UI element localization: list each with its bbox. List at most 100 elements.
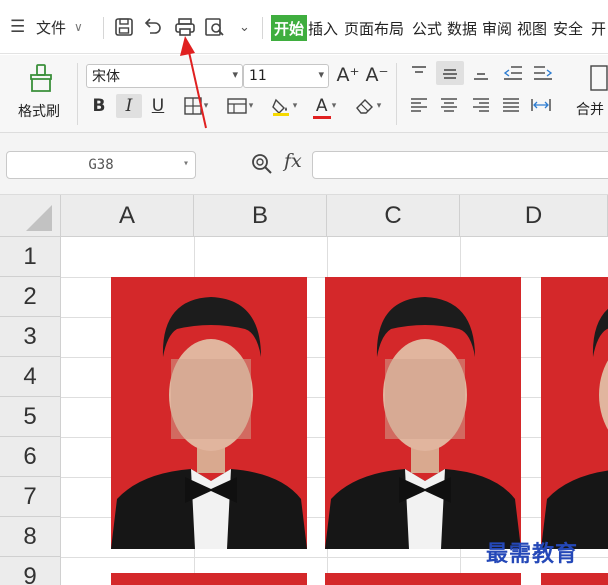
align-left-icon: [411, 98, 427, 112]
paint-bucket-icon: [271, 98, 289, 116]
row-header-1[interactable]: 1: [0, 237, 61, 277]
id-photo[interactable]: [111, 573, 307, 585]
tab-data[interactable]: 数据: [447, 15, 477, 41]
font-shrink-button[interactable]: A⁻: [365, 63, 389, 87]
select-all-corner[interactable]: [0, 195, 61, 237]
name-box[interactable]: G38 ▾: [6, 151, 196, 179]
align-right-icon: [473, 98, 489, 112]
spreadsheet-grid: A B C D 1 2 3 4 5 6 7 8 9: [0, 195, 608, 585]
formula-input[interactable]: [312, 151, 608, 179]
font-name-value: 宋体: [92, 69, 120, 85]
ribbon-home: 格式刷 宋体 ▾ 11 ▾ A⁺ A⁻ B I U ▾ ▾ ▾ A ▾ ▾ 合并: [0, 55, 608, 133]
bold-icon: B: [92, 96, 106, 116]
chevron-down-icon: ▾: [248, 101, 254, 111]
row-header-5[interactable]: 5: [0, 397, 61, 437]
merge-cells-label: 合并: [576, 102, 604, 118]
print-preview-button[interactable]: [204, 14, 226, 40]
save-button[interactable]: [114, 14, 134, 40]
distributed-align-button[interactable]: [528, 93, 554, 117]
cell-style-button[interactable]: ▾: [222, 94, 258, 118]
id-photo[interactable]: [541, 277, 608, 549]
id-photo[interactable]: [541, 573, 608, 585]
id-photo[interactable]: [325, 277, 521, 549]
tab-more[interactable]: 开: [591, 15, 606, 41]
align-right-button[interactable]: [468, 93, 494, 117]
row-header-2[interactable]: 2: [0, 277, 61, 317]
column-header-d[interactable]: D: [460, 195, 608, 237]
column-header-c[interactable]: C: [327, 195, 460, 237]
row-header-3[interactable]: 3: [0, 317, 61, 357]
tab-security[interactable]: 安全: [553, 15, 583, 41]
ribbon-group-divider: [77, 63, 78, 125]
file-menu[interactable]: 文件 ∨: [36, 14, 83, 40]
column-header-b[interactable]: B: [194, 195, 327, 237]
justify-button[interactable]: [498, 93, 524, 117]
portrait-image: [111, 277, 307, 549]
borders-button[interactable]: ▾: [178, 94, 214, 118]
save-icon: [115, 18, 133, 36]
cell-reference: G38: [88, 157, 114, 173]
increase-indent-button[interactable]: [530, 61, 556, 85]
chevron-down-icon: ▾: [331, 101, 337, 111]
menubar-divider: [262, 17, 263, 39]
row-header-6[interactable]: 6: [0, 437, 61, 477]
align-bottom-icon: [474, 73, 488, 80]
cell-style-icon: [227, 98, 247, 114]
row-header-7[interactable]: 7: [0, 477, 61, 517]
font-shrink-icon: A⁻: [365, 64, 389, 86]
decrease-indent-button[interactable]: [500, 61, 526, 85]
undo-button[interactable]: [143, 14, 163, 40]
print-preview-icon: [205, 18, 224, 36]
font-size-value: 11: [249, 68, 267, 84]
row-header-8[interactable]: 8: [0, 517, 61, 557]
undo-icon: [144, 18, 161, 34]
column-header-a[interactable]: A: [61, 195, 194, 237]
tab-home[interactable]: 开始: [271, 15, 308, 41]
printer-icon: [175, 18, 195, 36]
chevron-down-icon: ▾: [292, 101, 298, 111]
italic-button[interactable]: I: [116, 94, 142, 118]
borders-icon: [184, 97, 202, 115]
distributed-align-icon: [531, 99, 551, 111]
zoom-formula-button[interactable]: [251, 153, 273, 180]
clear-button[interactable]: ▾: [350, 94, 386, 118]
align-middle-button[interactable]: [436, 61, 464, 85]
portrait-image: [541, 277, 608, 549]
align-bottom-button[interactable]: [468, 61, 494, 85]
tab-review[interactable]: 审阅: [482, 15, 512, 41]
tab-page-layout[interactable]: 页面布局: [344, 15, 404, 41]
font-color-button[interactable]: A ▾: [308, 94, 342, 119]
fill-color-button[interactable]: ▾: [266, 94, 302, 118]
chevron-down-icon: ⌄: [239, 19, 250, 35]
print-button[interactable]: [174, 14, 196, 40]
font-size-select[interactable]: 11 ▾: [243, 64, 329, 88]
menu-bar: ☰ 文件 ∨ ⌄ 开始 插入 页面布局 公式 数据 审阅 视图 安全 开: [0, 0, 608, 54]
tab-formulas[interactable]: 公式: [412, 15, 442, 41]
id-photo[interactable]: [325, 573, 521, 585]
font-color-icon: A: [315, 96, 328, 116]
insert-function-button[interactable]: fx: [284, 150, 302, 172]
align-center-button[interactable]: [436, 93, 462, 117]
tab-view[interactable]: 视图: [517, 15, 547, 41]
bold-button[interactable]: B: [88, 94, 110, 118]
quick-access-more[interactable]: ⌄: [239, 14, 250, 40]
row-header-4[interactable]: 4: [0, 357, 61, 397]
underline-button[interactable]: U: [147, 94, 169, 118]
font-grow-button[interactable]: A⁺: [336, 63, 359, 87]
chevron-down-icon: ▾: [318, 68, 324, 81]
font-color-swatch: [312, 116, 331, 119]
tab-insert[interactable]: 插入: [308, 15, 338, 41]
row-header-9[interactable]: 9: [0, 557, 61, 585]
ribbon-group-divider: [396, 63, 397, 125]
merge-cells-button[interactable]: 合并: [570, 59, 608, 129]
font-name-select[interactable]: 宋体 ▾: [86, 64, 243, 88]
align-top-button[interactable]: [406, 61, 432, 85]
menu-button[interactable]: ☰: [10, 14, 25, 40]
id-photo[interactable]: [111, 277, 307, 549]
italic-icon: I: [125, 96, 133, 116]
align-left-button[interactable]: [406, 93, 432, 117]
justify-icon: [503, 98, 519, 112]
format-painter-button[interactable]: 格式刷: [10, 59, 70, 129]
chevron-down-icon: ▾: [376, 101, 382, 111]
fill-color-swatch: [272, 113, 289, 116]
